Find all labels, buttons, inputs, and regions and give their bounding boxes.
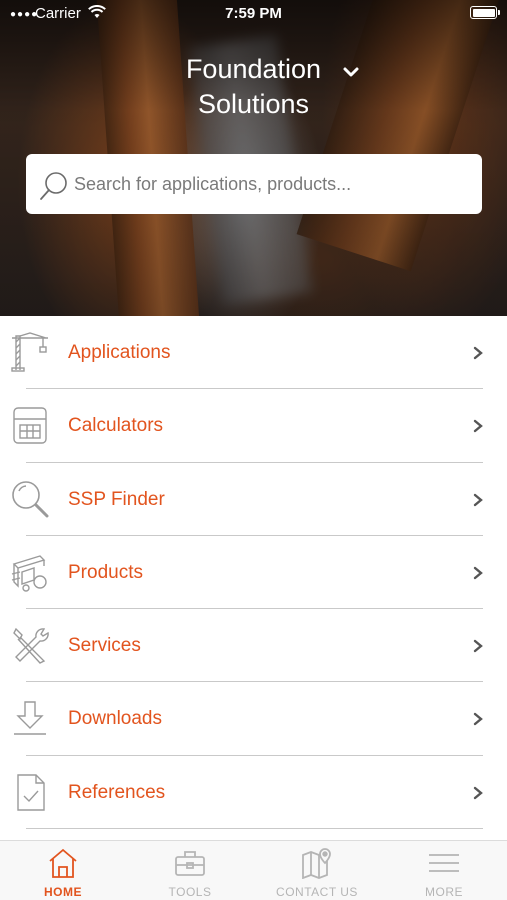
tab-tools[interactable]: TOOLS [127,847,253,899]
menu-item-label: Applications [68,342,171,363]
menu-item-label: References [68,781,166,803]
tools-icon [13,628,49,665]
menu-item-ssp-finder[interactable]: SSP Finder [0,463,507,536]
menu-item-applications[interactable]: Applications [0,316,507,390]
menu-item-label: Downloads [68,708,162,730]
magnifier-icon [12,480,49,518]
menu-list: Applications Calculators SSP Finder Prod… [0,316,507,830]
chevron-right-icon [473,713,483,726]
tab-label: TOOLS [168,885,212,899]
crane-icon [11,332,48,372]
battery-icon [470,6,500,19]
title-line-2: Solutions [197,89,310,119]
page-title[interactable]: Foundation Solutions [0,52,507,122]
tab-label: MORE [425,885,463,899]
map-pin-icon [302,848,331,879]
download-icon [14,701,46,736]
toolbox-icon [175,851,205,876]
chevron-right-icon [473,566,483,580]
menu-item-label: SSP Finder [68,488,165,510]
home-icon [49,848,77,878]
chevron-right-icon [473,493,483,506]
menu-item-calculators[interactable]: Calculators [0,389,507,463]
menu-item-label: Calculators [68,415,164,437]
chevron-down-icon[interactable] [342,66,360,78]
menu-item-references[interactable]: References [0,756,507,830]
sheet-piles-icon [11,555,47,592]
tab-more[interactable]: MORE [381,847,507,899]
menu-item-label: Services [68,635,141,657]
menu-item-label: Products [68,561,143,583]
menu-item-services[interactable]: Services [0,609,507,683]
menu-item-products[interactable]: Products [0,536,507,610]
chevron-right-icon [473,346,483,360]
calculator-icon [13,407,47,444]
tab-contact-us[interactable]: CONTACT US [254,847,380,899]
title-line-1: Foundation [185,54,322,84]
tab-label: HOME [44,885,82,899]
menu-item-downloads[interactable]: Downloads [0,682,507,756]
chevron-right-icon [473,786,483,799]
divider [26,828,483,830]
menu-icon [429,854,459,872]
chevron-right-icon [473,639,483,653]
tab-home[interactable]: HOME [0,847,126,899]
tab-label: CONTACT US [276,885,358,899]
search-input[interactable]: Search for applications, products... [74,174,351,195]
search-bar[interactable]: Search for applications, products... [26,154,482,214]
status-bar: ●●●● Carrier 7:59 PM [0,0,507,28]
search-icon [40,172,67,200]
tab-bar: HOME TOOLS CONTACT US MORE [0,840,507,900]
document-check-icon [17,774,45,811]
clock: 7:59 PM [225,5,282,22]
chevron-right-icon [473,420,483,433]
